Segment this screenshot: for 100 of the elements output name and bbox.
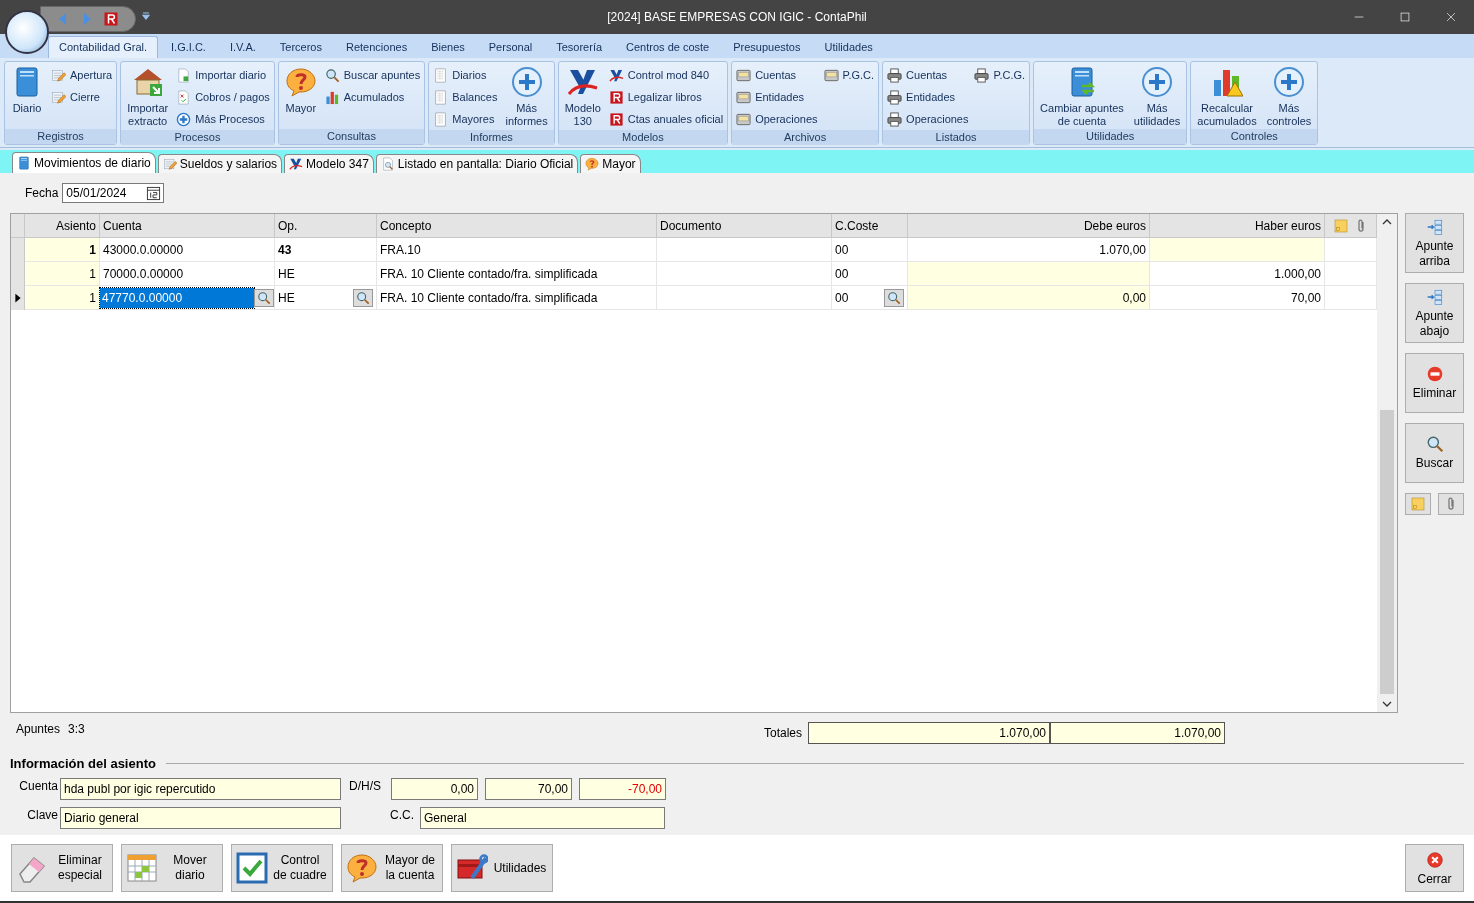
table-cell: 70000.0.00000 [100, 262, 275, 286]
search-icon [380, 157, 395, 171]
lookup-button[interactable] [353, 288, 373, 307]
field-label: Clave [26, 807, 58, 822]
table-cell: FRA. 10 Cliente contado/fra. simplificada [377, 286, 657, 310]
action-button[interactable]: Mover diario [121, 844, 223, 892]
ribbon-tab[interactable]: Utilidades [813, 36, 884, 58]
ribbon-button[interactable]: Control mod 840 [608, 64, 724, 86]
close-dialog-button[interactable]: Cerrar [1405, 844, 1464, 892]
key-field[interactable]: Diario general [60, 807, 341, 829]
ribbon-button[interactable]: Cuentas [887, 64, 969, 86]
document-tab[interactable]: Mayor [580, 154, 641, 173]
column-header[interactable]: Cuenta [100, 214, 275, 238]
ribbon-button[interactable]: P.C.G. [974, 64, 1026, 86]
ribbon-button[interactable]: Más informes [503, 64, 550, 128]
ribbon-button[interactable]: Legalizar libros [608, 86, 724, 108]
table-cell: HE [278, 290, 295, 305]
drawer-icon [736, 111, 752, 127]
ribbon-button[interactable]: Ctas anuales oficial [608, 108, 724, 130]
side-button[interactable]: Eliminar [1405, 353, 1464, 413]
amount-field[interactable]: 0,00 [391, 778, 478, 800]
account-field[interactable]: hda publ por igic repercutido [60, 778, 341, 800]
ribbon-button[interactable]: Diarios [433, 64, 498, 86]
printer-icon [887, 67, 903, 83]
drawer-icon [736, 67, 752, 83]
column-header[interactable]: Concepto [377, 214, 657, 238]
side-button[interactable]: Apunte abajo [1405, 283, 1464, 343]
ribbon-button[interactable]: Cuentas [736, 64, 818, 86]
table-cell: 00 [835, 290, 849, 305]
amount-field[interactable]: -70,00 [579, 778, 666, 800]
table-cell: 1 [25, 262, 100, 286]
document-tab[interactable]: Listado en pantalla: Diario Oficial [375, 154, 579, 173]
ribbon-button[interactable]: Recalcular acumulados [1195, 64, 1259, 128]
ribbon-tab[interactable]: Centros de coste [615, 36, 721, 58]
ribbon-button[interactable]: Operaciones [736, 108, 818, 130]
row-header[interactable] [11, 286, 25, 310]
action-button[interactable]: Eliminar especial [11, 844, 113, 892]
ribbon-tab[interactable]: Contabilidad Gral. [48, 36, 159, 58]
ribbon-button[interactable]: Más utilidades [1131, 64, 1183, 128]
printer-icon [887, 89, 903, 105]
column-header[interactable]: Op. [275, 214, 377, 238]
ribbon-button[interactable]: Importar diario [176, 64, 270, 86]
date-field[interactable]: 05/01/2024 [62, 183, 165, 203]
table-cell: 1 [25, 238, 100, 262]
ribbon-button[interactable]: Mayores [433, 108, 498, 130]
ribbon-button[interactable]: Modelo 130 [562, 64, 603, 128]
ribbon-button[interactable]: Operaciones [887, 108, 969, 130]
lookup-button[interactable] [254, 288, 274, 307]
document-tab[interactable]: Movimientos de diario [12, 152, 156, 173]
ribbon-button[interactable]: Apertura [51, 64, 113, 86]
ribbon-button[interactable]: Entidades [736, 86, 818, 108]
drawer-icon [823, 67, 839, 83]
ribbon-button[interactable]: Cobros / pagos [176, 86, 270, 108]
lookup-button[interactable] [884, 288, 904, 307]
ribbon-tab[interactable]: Terceros [268, 36, 333, 58]
ribbon-button[interactable]: Importar extracto [125, 64, 171, 128]
ribbon-button[interactable]: Cierre [51, 86, 113, 108]
ribbon-tab[interactable]: Tesorería [545, 36, 614, 58]
side-button[interactable]: Apunte arriba [1405, 213, 1464, 273]
search-icon [257, 290, 271, 305]
action-button[interactable]: Mayor de la cuenta [341, 844, 443, 892]
document-tab[interactable]: Modelo 347 [284, 154, 374, 173]
ribbon-tab[interactable]: I.V.A. [218, 36, 267, 58]
cost-center-field[interactable]: General [420, 807, 665, 829]
ribbon-button[interactable]: Cambiar apuntes de cuenta [1038, 64, 1126, 128]
help-icon [585, 157, 600, 171]
ribbon-button[interactable]: Más Procesos [176, 108, 270, 130]
search-icon [1425, 435, 1444, 453]
chevron-logo-icon [289, 157, 304, 171]
ribbon-button[interactable]: Buscar apuntes [324, 64, 421, 86]
ribbon-tab[interactable]: Personal [477, 36, 544, 58]
ribbon-button[interactable]: Mayor [282, 64, 319, 115]
note-button[interactable] [1405, 493, 1431, 515]
ribbon-button[interactable]: Diario [9, 64, 45, 115]
ribbon-tab[interactable]: I.G.I.C. [160, 36, 217, 58]
ribbon-button[interactable]: Acumulados [324, 86, 421, 108]
column-header[interactable] [1325, 214, 1377, 238]
action-button[interactable]: Control de cuadre [231, 844, 333, 892]
document-tab[interactable]: Sueldos y salarios [157, 154, 283, 173]
side-button[interactable]: Buscar [1405, 423, 1464, 483]
scrollbar[interactable] [1377, 214, 1397, 712]
action-button[interactable]: Utilidades [451, 844, 553, 892]
table-cell: HE [278, 266, 295, 281]
column-header[interactable]: Debe euros [908, 214, 1150, 238]
attach-button[interactable] [1438, 493, 1464, 515]
account-input[interactable]: 47770.0.00000 [100, 287, 254, 308]
ribbon-tab[interactable]: Retenciones [335, 36, 419, 58]
column-header[interactable]: C.Coste [832, 214, 908, 238]
printer-icon [887, 111, 903, 127]
amount-field[interactable]: 70,00 [485, 778, 572, 800]
ribbon-tab[interactable]: Presupuestos [722, 36, 812, 58]
note-icon [1332, 217, 1349, 234]
ribbon-button[interactable]: Entidades [887, 86, 969, 108]
ribbon-button[interactable]: Balances [433, 86, 498, 108]
ribbon-button[interactable]: P.G.C. [823, 64, 875, 86]
ribbon-tab[interactable]: Bienes [420, 36, 476, 58]
column-header[interactable]: Documento [657, 214, 832, 238]
date-label: Fecha [25, 186, 59, 200]
calendar-icon [126, 852, 158, 884]
ribbon-button[interactable]: Más controles [1264, 64, 1314, 128]
